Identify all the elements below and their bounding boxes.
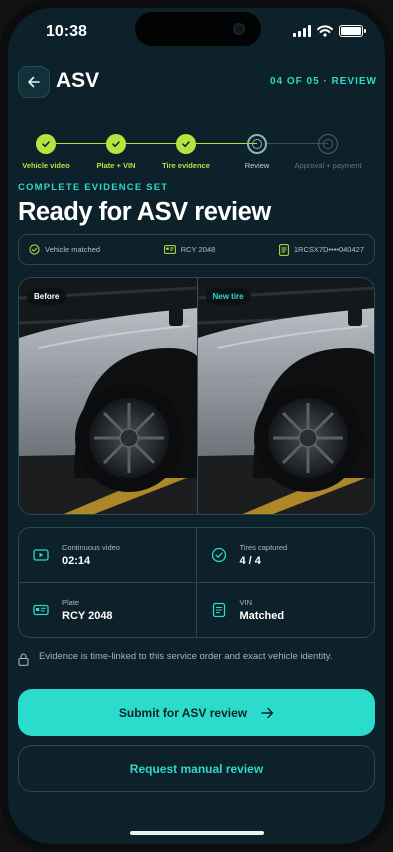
check-icon (36, 134, 56, 154)
step-label: Approval + payment (294, 161, 362, 170)
stat-caption: Plate (62, 597, 80, 607)
stat-caption: Continuous video (62, 542, 120, 552)
evidence-photos: Before New tire (18, 277, 375, 515)
check-circle-icon (211, 547, 226, 562)
step-label: Tire evidence (162, 161, 210, 170)
back-button[interactable] (18, 66, 50, 98)
step-vehicle-video[interactable]: Vehicle video (8, 134, 86, 170)
lock-icon (18, 653, 29, 666)
wifi-icon (317, 25, 333, 37)
stat-value: 02:14 (62, 554, 91, 567)
vehicle-identity-strip: Vehicle matched RCY 2048 1RCSX7D••••0404… (18, 234, 375, 265)
step-counter: 04 OF 05 · REVIEW (269, 76, 377, 87)
status-time: 10:38 (46, 23, 87, 40)
home-indicator[interactable] (130, 831, 264, 835)
check-icon (176, 134, 196, 154)
submit-review-button[interactable]: Submit for ASV review (18, 689, 375, 736)
phone-frame: 10:38 ASV 04 OF 05 · REVIEW Vehicle vide… (0, 0, 393, 852)
pending-step-icon (318, 134, 338, 154)
plate-info: RCY 2048 (163, 245, 216, 254)
stat-plate: Plate RCY 2048 (19, 582, 197, 637)
stat-tires-captured: Tires captured 4 / 4 (196, 528, 374, 583)
step-label: Plate + VIN (96, 161, 136, 170)
screen: 10:38 ASV 04 OF 05 · REVIEW Vehicle vide… (8, 8, 385, 844)
before-photo[interactable]: Before (19, 278, 197, 514)
step-label: Vehicle video (22, 161, 70, 170)
step-review[interactable]: Review (217, 134, 297, 170)
vin-value: 1RCSX7D••••040427 (293, 245, 364, 254)
vehicle-match: Vehicle matched (29, 244, 100, 255)
page-title: ASV (56, 69, 100, 92)
progress-stepper: Vehicle video Plate + VIN Tire evidence … (8, 126, 385, 186)
evidence-summary-grid: Continuous video 02:14 Tires captured 4 … (18, 527, 375, 638)
section-kicker: COMPLETE EVIDENCE SET (18, 182, 169, 193)
status-icons (293, 25, 366, 37)
stat-vin: VIN Matched (197, 583, 375, 638)
document-icon (212, 602, 225, 617)
video-icon (33, 549, 49, 561)
car-wheel-image (197, 278, 374, 514)
document-icon (278, 243, 289, 256)
headline: Ready for ASV review (18, 198, 271, 226)
status-bar: 10:38 (8, 8, 385, 58)
new-tire-tag: New tire (205, 288, 251, 305)
after-photo[interactable]: New tire (196, 278, 374, 514)
vehicle-match-label: Vehicle matched (45, 245, 101, 254)
note-text: Evidence is time-linked to this service … (39, 651, 333, 662)
check-circle-icon (29, 244, 40, 255)
step-label: Review (244, 161, 270, 170)
stat-caption: Tires captured (239, 542, 288, 552)
check-icon (106, 134, 126, 154)
before-tag: Before (27, 288, 67, 305)
battery-icon (339, 25, 366, 37)
step-plate-vin[interactable]: Plate + VIN (76, 134, 156, 170)
current-step-icon (247, 134, 267, 154)
manual-review-button[interactable]: Request manual review (18, 745, 375, 792)
signal-icon (293, 25, 311, 37)
vin-info: 1RCSX7D••••040427 (278, 243, 364, 256)
manual-review-label: Request manual review (129, 761, 264, 776)
dynamic-island (135, 12, 261, 46)
stat-caption: VIN (239, 597, 253, 607)
step-approval-payment: Approval + payment (288, 134, 368, 170)
stat-value: RCY 2048 (62, 609, 113, 622)
plate-icon (163, 245, 176, 254)
evidence-note: Evidence is time-linked to this service … (18, 650, 375, 666)
camera-icon (233, 23, 245, 35)
stat-value: Matched (239, 609, 285, 622)
step-tire-evidence[interactable]: Tire evidence (146, 134, 226, 170)
submit-button-label: Submit for ASV review (118, 705, 248, 720)
plate-icon (33, 604, 49, 615)
stat-continuous-video: Continuous video 02:14 (19, 528, 197, 583)
plate-value: RCY 2048 (180, 245, 216, 254)
arrow-left-icon (28, 76, 40, 88)
car-wheel-image (19, 278, 197, 514)
arrow-right-icon (261, 707, 274, 718)
stat-value: 4 / 4 (239, 554, 261, 567)
